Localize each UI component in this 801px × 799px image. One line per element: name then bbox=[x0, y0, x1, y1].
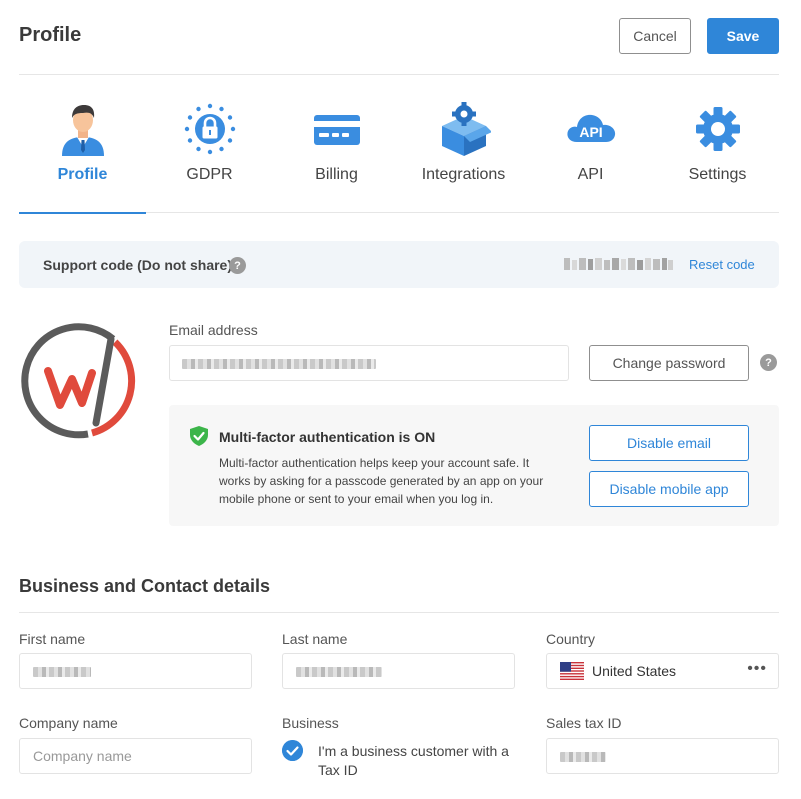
business-customer-label: I'm a business customer with a Tax ID bbox=[318, 743, 509, 778]
last-name-label: Last name bbox=[282, 631, 348, 647]
user-avatar-icon bbox=[61, 105, 104, 156]
gear-icon bbox=[695, 107, 740, 151]
email-label: Email address bbox=[169, 322, 258, 338]
save-button[interactable]: Save bbox=[707, 18, 779, 54]
support-code-bar: Support code (Do not share) ? Reset code bbox=[19, 241, 779, 288]
tab-billing[interactable]: Billing bbox=[273, 75, 400, 213]
support-code-obscured bbox=[564, 258, 673, 270]
credit-card-icon bbox=[313, 115, 360, 145]
company-name-input[interactable] bbox=[19, 738, 252, 774]
email-field[interactable] bbox=[169, 345, 569, 381]
change-password-button[interactable]: Change password bbox=[589, 345, 749, 381]
country-value: United States bbox=[592, 663, 677, 679]
help-icon[interactable]: ? bbox=[229, 257, 246, 274]
company-logo bbox=[21, 323, 136, 439]
last-name-value-obscured bbox=[296, 667, 382, 677]
tab-settings[interactable]: Settings bbox=[654, 75, 781, 213]
sales-tax-id-value-obscured bbox=[560, 752, 606, 762]
tab-label: Profile bbox=[57, 166, 108, 183]
section-title: Business and Contact details bbox=[19, 576, 271, 596]
help-icon[interactable]: ? bbox=[760, 354, 777, 371]
reset-code-link[interactable]: Reset code bbox=[689, 257, 755, 272]
cancel-button[interactable]: Cancel bbox=[619, 18, 691, 54]
tab-label: Settings bbox=[688, 166, 747, 183]
gdpr-lock-icon bbox=[184, 103, 235, 155]
email-value-obscured bbox=[182, 359, 376, 369]
page-header: Profile Cancel Save bbox=[19, 0, 779, 75]
country-select[interactable]: United States ••• bbox=[546, 653, 779, 689]
business-customer-checkbox[interactable] bbox=[282, 740, 303, 761]
mfa-title: Multi-factor authentication is ON bbox=[219, 429, 436, 445]
sales-tax-id-label: Sales tax ID bbox=[546, 715, 622, 731]
tab-gdpr[interactable]: GDPR bbox=[146, 75, 273, 213]
profile-tabs: Profile GDPR Billing Integrations API AP… bbox=[19, 75, 781, 214]
tab-label: Billing bbox=[315, 166, 358, 183]
disable-email-button[interactable]: Disable email bbox=[589, 425, 749, 461]
section-divider bbox=[19, 612, 779, 613]
tab-integrations[interactable]: Integrations bbox=[400, 75, 527, 213]
shield-check-icon bbox=[190, 426, 208, 446]
business-label: Business bbox=[282, 715, 339, 731]
disable-mobile-app-button[interactable]: Disable mobile app bbox=[589, 471, 749, 507]
tab-profile[interactable]: Profile bbox=[19, 75, 146, 214]
svg-text:API: API bbox=[579, 124, 602, 140]
tab-label: GDPR bbox=[186, 166, 233, 183]
tab-label: Integrations bbox=[421, 166, 506, 183]
more-options-icon[interactable]: ••• bbox=[747, 660, 767, 678]
sales-tax-id-field[interactable] bbox=[546, 738, 779, 774]
us-flag-icon bbox=[560, 662, 584, 680]
support-code-label: Support code (Do not share) bbox=[43, 257, 232, 273]
first-name-value-obscured bbox=[33, 667, 91, 677]
mfa-panel: Multi-factor authentication is ON Multi-… bbox=[169, 405, 779, 526]
country-label: Country bbox=[546, 631, 596, 647]
tab-api[interactable]: API API bbox=[527, 75, 654, 213]
integrations-box-icon bbox=[441, 102, 491, 156]
page-title: Profile bbox=[19, 24, 82, 46]
tab-label: API bbox=[577, 166, 604, 183]
last-name-field[interactable] bbox=[282, 653, 515, 689]
api-cloud-icon: API bbox=[566, 114, 615, 142]
first-name-label: First name bbox=[19, 631, 86, 647]
company-name-label: Company name bbox=[19, 715, 118, 731]
mfa-description: Multi-factor authentication helps keep y… bbox=[219, 456, 544, 506]
first-name-field[interactable] bbox=[19, 653, 252, 689]
